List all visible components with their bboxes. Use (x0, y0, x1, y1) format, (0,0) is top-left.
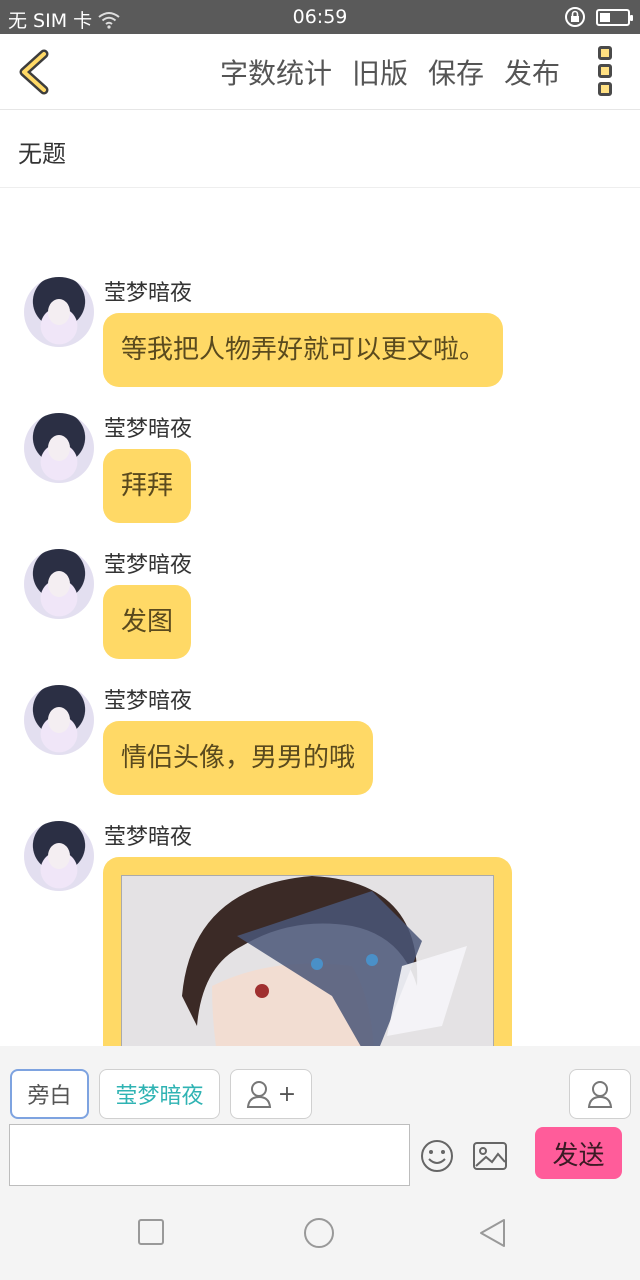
rotation-lock-icon (565, 7, 585, 27)
add-character-button[interactable]: + (230, 1069, 312, 1119)
add-plus-label: + (277, 1081, 297, 1107)
sender-name: 莹梦暗夜 (104, 417, 193, 442)
recents-icon[interactable] (137, 1218, 165, 1246)
shared-image[interactable] (121, 875, 494, 1046)
system-nav-bar (0, 1194, 640, 1280)
message-bubble[interactable]: 情侣头像，男男的哦 (103, 721, 374, 795)
save-button[interactable]: 保存 (428, 52, 484, 92)
publish-button[interactable]: 发布 (504, 52, 560, 92)
menu-dot (598, 82, 612, 96)
avatar[interactable] (24, 821, 94, 891)
couple-avatar-illustration (122, 876, 493, 1046)
person-icon (246, 1081, 271, 1108)
send-button[interactable]: 发送 (535, 1127, 622, 1179)
message-bubble[interactable]: 等我把人物弄好就可以更文啦。 (103, 313, 504, 387)
home-icon[interactable] (302, 1218, 336, 1252)
message-bubble[interactable]: 拜拜 (103, 449, 192, 523)
top-actions: 字数统计 旧版 保存 发布 (220, 52, 560, 92)
back-nav-icon[interactable] (478, 1218, 508, 1250)
chat-list[interactable]: OK 莹梦暗夜 等我把人物弄好就可以更文啦。 莹梦暗夜 拜拜 莹梦暗夜 发图 莹… (0, 189, 640, 1046)
input-area: 旁白 莹梦暗夜 + 发送 (0, 1046, 640, 1194)
image-icon[interactable] (472, 1138, 508, 1174)
status-bar: 无 SIM 卡 06:59 (0, 0, 640, 34)
status-right (564, 6, 633, 28)
story-title: 无题 (18, 140, 66, 168)
avatar[interactable] (24, 685, 94, 755)
word-count-button[interactable]: 字数统计 (220, 52, 332, 92)
menu-dot (598, 46, 612, 60)
emoji-icon[interactable] (419, 1138, 455, 1174)
avatar[interactable] (24, 277, 94, 347)
status-time: 06:59 (292, 6, 348, 28)
sender-name: 莹梦暗夜 (104, 281, 193, 306)
battery-icon (596, 8, 633, 26)
menu-dot (598, 64, 612, 78)
old-version-button[interactable]: 旧版 (352, 52, 408, 92)
sender-name: 莹梦暗夜 (104, 825, 193, 850)
message-bubble[interactable]: 发图 (103, 585, 192, 659)
profile-button[interactable] (569, 1069, 631, 1119)
avatar[interactable] (24, 413, 94, 483)
more-menu-icon[interactable] (598, 46, 614, 96)
character-button[interactable]: 莹梦暗夜 (99, 1069, 220, 1119)
person-icon (587, 1081, 613, 1108)
back-icon[interactable] (14, 48, 54, 96)
avatar[interactable] (24, 549, 94, 619)
battery-fill (600, 12, 611, 22)
top-bar: 字数统计 旧版 保存 发布 (0, 34, 640, 110)
narrator-button[interactable]: 旁白 (10, 1069, 89, 1119)
sender-name: 莹梦暗夜 (104, 553, 193, 578)
title-row[interactable]: 无题 (0, 110, 640, 188)
sender-name: 莹梦暗夜 (104, 689, 193, 714)
message-input[interactable] (9, 1124, 410, 1186)
image-message-bubble[interactable] (103, 857, 512, 1046)
